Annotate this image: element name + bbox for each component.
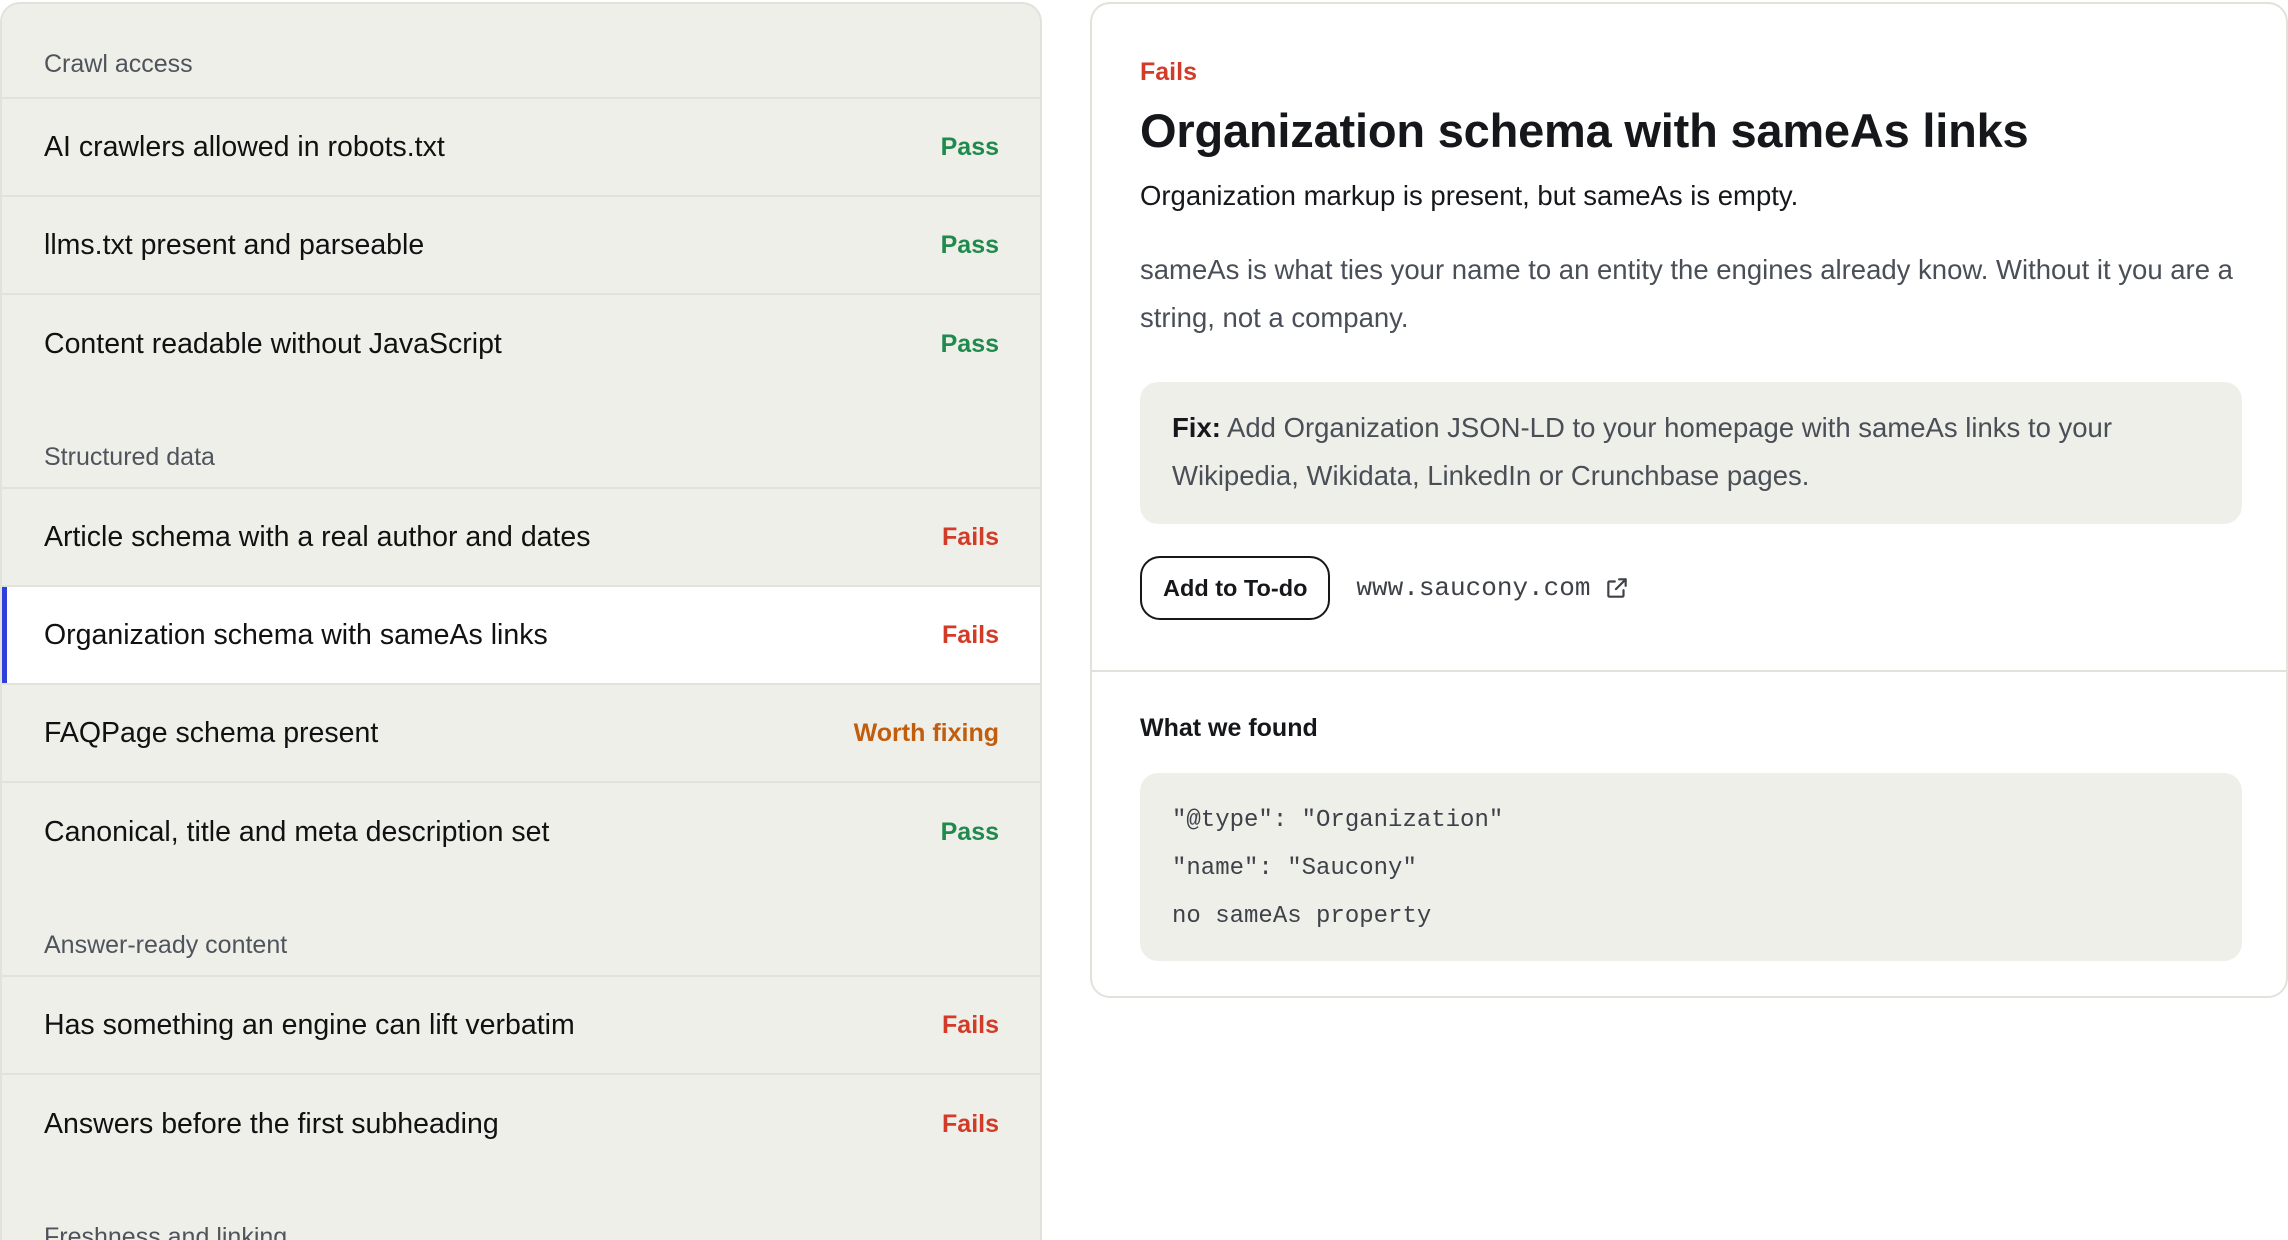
fix-box: Fix: Add Organization JSON-LD to your ho… [1140,382,2242,524]
check-label: Answers before the first subheading [44,1107,499,1140]
status-badge: Pass [940,329,999,358]
status-badge: Pass [940,817,999,846]
detail-actions: Add to To-do www.saucony.com [1140,556,2238,620]
code-line: "name": "Saucony" [1172,855,1417,882]
detail-summary: Organization markup is present, but same… [1140,180,1799,211]
detail-header: Fails Organization schema with sameAs li… [1092,4,2286,672]
check-label: Canonical, title and meta description se… [44,815,550,848]
checklist-panel: Crawl access AI crawlers allowed in robo… [0,2,1042,1240]
external-link-icon [1607,578,1628,598]
site-link[interactable]: www.saucony.com [1356,573,1630,603]
check-label: llms.txt present and parseable [44,228,425,261]
status-badge: Fails [942,1010,999,1039]
code-line: "@type": "Organization" [1172,807,1504,834]
detail-panel: Fails Organization schema with sameAs li… [1090,2,2288,998]
fix-label: Fix: [1172,412,1221,443]
status-badge: Fails [942,620,999,649]
code-line: no sameAs property [1172,903,1432,930]
check-row-canonical-meta[interactable]: Canonical, title and meta description se… [2,783,1040,881]
status-badge: Pass [940,132,999,161]
section-title-answer-ready-content: Answer-ready content [2,881,1040,977]
findings-title: What we found [1140,714,1318,742]
check-label: Organization schema with sameAs links [44,618,548,651]
add-to-todo-button[interactable]: Add to To-do [1140,556,1331,620]
check-row-article-schema[interactable]: Article schema with a real author and da… [2,489,1040,587]
check-row-faqpage-schema[interactable]: FAQPage schema present Worth fixing [2,685,1040,783]
findings-section: What we found "@type": "Organization" "n… [1092,672,2286,961]
check-row-readable-without-js[interactable]: Content readable without JavaScript Pass [2,295,1040,393]
check-row-answers-before-subheading[interactable]: Answers before the first subheading Fail… [2,1075,1040,1173]
status-badge: Pass [940,230,999,259]
status-badge: Fails [942,1109,999,1138]
check-label: Has something an engine can lift verbati… [44,1008,575,1041]
check-label: AI crawlers allowed in robots.txt [44,130,445,163]
check-row-organization-schema[interactable]: Organization schema with sameAs links Fa… [2,587,1040,685]
section-title-freshness-and-linking: Freshness and linking [44,1223,288,1240]
check-row-lift-verbatim[interactable]: Has something an engine can lift verbati… [2,977,1040,1075]
check-row-llms-txt[interactable]: llms.txt present and parseable Pass [2,197,1040,295]
status-badge: Fails [942,522,999,551]
findings-code-block: "@type": "Organization" "name": "Saucony… [1140,773,2242,961]
site-url: www.saucony.com [1356,573,1591,603]
detail-title: Organization schema with sameAs links [1140,104,2029,157]
check-label: FAQPage schema present [44,716,379,749]
fix-text: Add Organization JSON-LD to your homepag… [1172,412,2113,491]
detail-explanation: sameAs is what ties your name to an enti… [1140,254,2233,333]
section-title-crawl-access: Crawl access [2,4,1040,99]
page: Crawl access AI crawlers allowed in robo… [0,0,2288,1240]
verdict-badge: Fails [1140,58,1197,86]
check-label: Article schema with a real author and da… [44,520,591,553]
check-label: Content readable without JavaScript [44,327,502,360]
check-row-ai-crawlers[interactable]: AI crawlers allowed in robots.txt Pass [2,99,1040,197]
status-badge: Worth fixing [853,718,999,747]
section-title-structured-data: Structured data [2,393,1040,489]
